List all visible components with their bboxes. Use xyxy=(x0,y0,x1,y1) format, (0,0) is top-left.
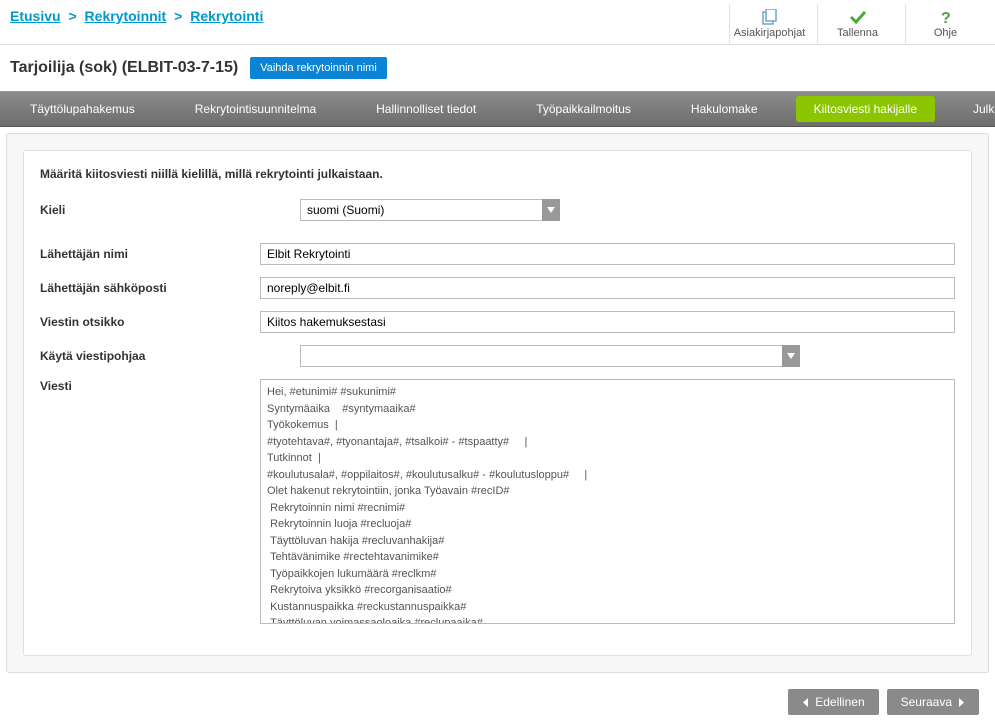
breadcrumb-mid[interactable]: Rekrytoinnit xyxy=(85,8,167,24)
breadcrumb-sep: > xyxy=(68,8,76,24)
titlebar: Tarjoilija (sok) (ELBIT-03-7-15) Vaihda … xyxy=(0,45,995,91)
help-button[interactable]: ? Ohje xyxy=(905,4,985,44)
row-subject: Viestin otsikko xyxy=(40,311,955,333)
label-subject: Viestin otsikko xyxy=(40,315,260,329)
footer-nav: Edellinen Seuraava xyxy=(0,679,995,725)
label-template: Käytä viestipohjaa xyxy=(40,349,300,363)
subject-input[interactable] xyxy=(260,311,955,333)
tab-form[interactable]: Hakulomake xyxy=(661,92,788,126)
topbar: Etusivu > Rekrytoinnit > Rekrytointi Asi… xyxy=(0,0,995,45)
row-sender-email: Lähettäjän sähköposti xyxy=(40,277,955,299)
tabs: Täyttölupahakemus Rekrytointisuunnitelma… xyxy=(0,91,995,127)
chevron-right-icon xyxy=(958,698,965,707)
intro-text: Määritä kiitosviesti niillä kielillä, mi… xyxy=(40,167,955,181)
body-textarea[interactable] xyxy=(260,379,955,624)
sender-email-input[interactable] xyxy=(260,277,955,299)
tab-admin[interactable]: Hallinnolliset tiedot xyxy=(346,92,506,126)
check-icon xyxy=(849,9,867,25)
tab-publish[interactable]: Julkaisu xyxy=(943,92,995,126)
rename-button[interactable]: Vaihda rekrytoinnin nimi xyxy=(250,57,387,79)
prev-button[interactable]: Edellinen xyxy=(788,689,878,715)
help-label: Ohje xyxy=(934,27,957,39)
templates-button[interactable]: Asiakirjapohjat xyxy=(729,4,809,44)
label-body: Viesti xyxy=(40,379,260,393)
dropdown-icon[interactable] xyxy=(542,199,560,221)
template-select[interactable] xyxy=(300,345,800,367)
question-icon: ? xyxy=(937,9,955,25)
page-title: Tarjoilija (sok) (ELBIT-03-7-15) xyxy=(10,59,238,77)
label-sender-email: Lähettäjän sähköposti xyxy=(40,281,260,295)
row-body: Viesti xyxy=(40,379,955,627)
documents-icon xyxy=(761,9,779,25)
breadcrumb-current[interactable]: Rekrytointi xyxy=(190,8,263,24)
prev-label: Edellinen xyxy=(815,695,864,709)
next-label: Seuraava xyxy=(901,695,952,709)
top-actions: Asiakirjapohjat Tallenna ? Ohje xyxy=(729,4,985,44)
sender-name-input[interactable] xyxy=(260,243,955,265)
tab-plan[interactable]: Rekrytointisuunnitelma xyxy=(165,92,346,126)
save-button[interactable]: Tallenna xyxy=(817,4,897,44)
label-language: Kieli xyxy=(40,203,300,217)
breadcrumb-sep: > xyxy=(174,8,182,24)
dropdown-icon[interactable] xyxy=(782,345,800,367)
tab-thanks[interactable]: Kiitosviesti hakijalle xyxy=(796,96,935,122)
tab-ad[interactable]: Työpaikkailmoitus xyxy=(506,92,661,126)
templates-label: Asiakirjapohjat xyxy=(734,27,806,39)
label-sender-name: Lähettäjän nimi xyxy=(40,247,260,261)
tab-permission[interactable]: Täyttölupahakemus xyxy=(0,92,165,126)
row-language: Kieli xyxy=(40,199,955,221)
breadcrumb: Etusivu > Rekrytoinnit > Rekrytointi xyxy=(10,4,263,24)
form-panel: Määritä kiitosviesti niillä kielillä, mi… xyxy=(23,150,972,656)
next-button[interactable]: Seuraava xyxy=(887,689,979,715)
content-area: Määritä kiitosviesti niillä kielillä, mi… xyxy=(6,133,989,673)
row-template: Käytä viestipohjaa xyxy=(40,345,955,367)
language-select[interactable] xyxy=(300,199,560,221)
chevron-left-icon xyxy=(802,698,809,707)
svg-text:?: ? xyxy=(941,10,951,25)
save-label: Tallenna xyxy=(837,27,878,39)
breadcrumb-home[interactable]: Etusivu xyxy=(10,8,61,24)
row-sender-name: Lähettäjän nimi xyxy=(40,243,955,265)
